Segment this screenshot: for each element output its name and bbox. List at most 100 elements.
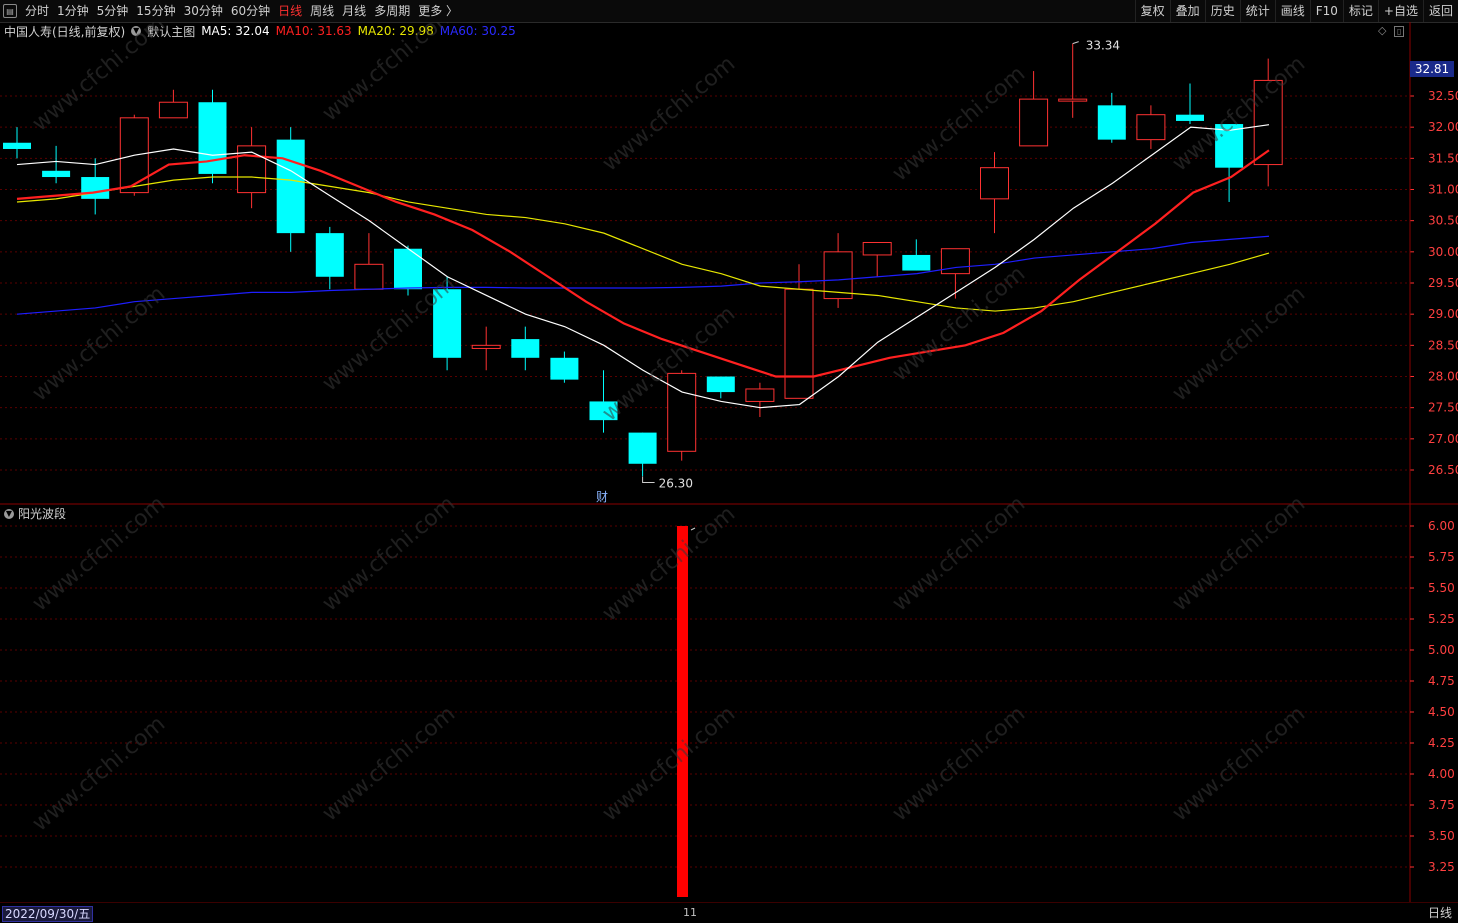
ma10-line: [16, 149, 1270, 378]
period-tab-0[interactable]: 分时: [21, 0, 53, 22]
candle-body: [158, 101, 188, 119]
candle-body: [745, 388, 775, 402]
period-tab-7[interactable]: 周线: [306, 0, 338, 22]
indicator-title[interactable]: 阳光波段: [18, 505, 66, 522]
signal-bar: [677, 526, 688, 897]
main-axis-label: 31.00: [1428, 183, 1458, 197]
main-axis-label: 27.00: [1428, 432, 1458, 446]
period-tab-6[interactable]: 日线: [274, 0, 306, 22]
candle-body: [198, 102, 227, 174]
watermark-text: www.cfchi.com: [888, 701, 1030, 826]
toolbar-right: 复权 叠加 历史 统计 画线 F10 标记 +自选 返回: [1134, 0, 1458, 22]
candle-body: [706, 376, 735, 393]
toolbar-button-4[interactable]: 画线: [1274, 0, 1310, 22]
high-price-label: 33.34: [1086, 39, 1120, 53]
candle-body: [980, 167, 1009, 200]
main-axis-label: 28.50: [1428, 338, 1458, 352]
watermark-text: www.cfchi.com: [318, 491, 460, 616]
date-axis-bar: 2022/09/30/五 11 日线: [0, 902, 1458, 923]
indicator-axis-label: 5.50: [1428, 581, 1455, 595]
watermark-text: www.cfchi.com: [1168, 281, 1310, 406]
main-axis-label: 27.50: [1428, 401, 1458, 415]
watermark-text: www.cfchi.com: [598, 701, 740, 826]
cursor-date: 2022/09/30/五: [2, 906, 94, 922]
candle-body: [550, 357, 579, 380]
watermark-text: www.cfchi.com: [888, 491, 1030, 616]
ma60-line: [16, 235, 1270, 315]
low-price-label: 26.30: [659, 476, 693, 490]
period-tab-8[interactable]: 月线: [338, 0, 370, 22]
toolbar-button-3[interactable]: 统计: [1239, 0, 1275, 22]
toolbar-button-1[interactable]: 叠加: [1169, 0, 1205, 22]
indicator-dropdown-icon[interactable]: ▼: [4, 508, 14, 519]
indicator-axis-label: 5.00: [1428, 643, 1455, 657]
candle-body: [940, 248, 970, 275]
toolbar-button-0[interactable]: 复权: [1134, 0, 1170, 22]
main-axis-label: 26.50: [1428, 463, 1458, 477]
indicator-axis-label: 3.25: [1428, 860, 1455, 874]
high-marker-arrow: [1072, 41, 1079, 45]
watermark-text: www.cfchi.com: [888, 261, 1030, 386]
watermark-text: www.cfchi.com: [28, 22, 170, 137]
candle-body: [1058, 98, 1088, 102]
watermark-text: www.cfchi.com: [1168, 701, 1310, 826]
candle-body: [784, 288, 814, 399]
candle-body: [667, 372, 697, 452]
watermark-text: www.cfchi.com: [28, 711, 170, 836]
main-axis-label: 28.00: [1428, 370, 1458, 384]
candle-body: [471, 344, 501, 349]
toolbar-button-7[interactable]: +自选: [1377, 0, 1423, 22]
indicator-axis-label: 5.25: [1428, 612, 1455, 626]
candlestick-chart[interactable]: 32.50 32.00 31.50 31.00 30.50 30.00 29.50 29.00…: [0, 22, 1458, 902]
candle-body: [902, 254, 931, 271]
candle-body: [315, 233, 344, 277]
candle-body: [628, 432, 657, 464]
period-tab-3[interactable]: 15分钟: [132, 0, 179, 22]
current-price-tag: 32.81: [1410, 61, 1454, 77]
candle-body: [354, 263, 384, 290]
main-axis-label: 31.50: [1428, 151, 1458, 165]
indicator-header: ▼ 阳光波段: [4, 505, 66, 522]
candle-body: [1097, 105, 1126, 140]
watermark-text: www.cfchi.com: [598, 51, 740, 176]
indicator-axis-label: 3.75: [1428, 798, 1455, 812]
period-label[interactable]: 日线: [1424, 906, 1456, 920]
main-axis-label: 32.50: [1428, 89, 1458, 103]
candle-body: [3, 142, 31, 149]
period-toolbar: ▤ 分时 1分钟 5分钟 15分钟 30分钟 60分钟 日线 周线 月线 多周期 更多 〉 复权 叠加…: [0, 0, 1458, 23]
toolbar-button-6[interactable]: 标记: [1342, 0, 1378, 22]
toolbar-button-5[interactable]: F10: [1309, 0, 1343, 22]
watermark-text: www.cfchi.com: [318, 22, 460, 127]
menu-icon[interactable]: ▤: [3, 4, 17, 18]
indicator-axis-label: 3.50: [1428, 829, 1455, 843]
period-tab-9[interactable]: 多周期: [370, 0, 414, 22]
low-marker-arrow: [642, 476, 655, 483]
candle-body: [1136, 114, 1166, 141]
main-axis-label: 29.50: [1428, 276, 1458, 290]
indicator-axis-label: 4.75: [1428, 674, 1455, 688]
candle-body: [511, 339, 540, 358]
main-axis-label: 29.00: [1428, 307, 1458, 321]
main-axis-label: 30.00: [1428, 245, 1458, 259]
candle-body: [1019, 98, 1049, 147]
period-tab-5[interactable]: 60分钟: [227, 0, 274, 22]
ma20-line: [16, 176, 1270, 312]
month-marker: 11: [683, 906, 697, 919]
period-tab-2[interactable]: 5分钟: [93, 0, 133, 22]
watermark-text: www.cfchi.com: [598, 501, 740, 626]
candle-body: [394, 248, 422, 290]
toolbar-button-2[interactable]: 历史: [1204, 0, 1240, 22]
finance-marker: 财: [596, 490, 608, 504]
watermark-text: www.cfchi.com: [318, 701, 460, 826]
period-tab-1[interactable]: 1分钟: [53, 0, 93, 22]
indicator-axis-label: 4.00: [1428, 767, 1455, 781]
candle-body: [1176, 114, 1204, 121]
period-tab-10[interactable]: 更多 〉: [414, 0, 462, 22]
watermark-text: www.cfchi.com: [28, 281, 170, 406]
candle-body: [862, 241, 892, 256]
indicator-axis-label: 5.75: [1428, 550, 1455, 564]
main-axis-label: 32.00: [1428, 120, 1458, 134]
toolbar-button-8[interactable]: 返回: [1422, 0, 1458, 22]
candle-body: [276, 139, 305, 234]
period-tab-4[interactable]: 30分钟: [180, 0, 227, 22]
